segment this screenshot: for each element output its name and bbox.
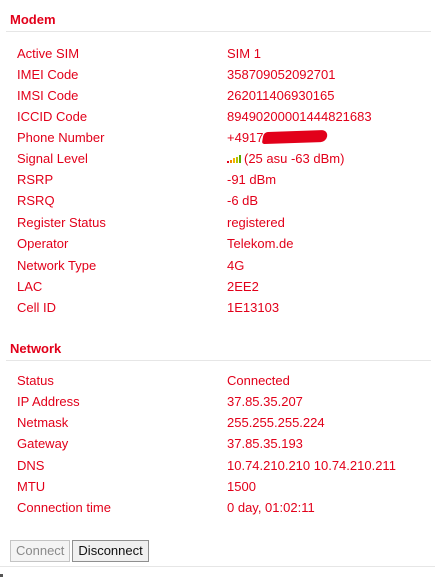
dns-label: DNS <box>17 458 45 473</box>
operator-label: Operator <box>17 236 69 251</box>
signal-bar <box>233 158 235 163</box>
ip-address-value: 37.85.35.207 <box>227 394 303 409</box>
modem-row-rsrq: RSRQ -6 dB <box>0 190 435 211</box>
modem-section-title: Modem <box>10 12 56 27</box>
rsrp-label: RSRP <box>17 172 54 187</box>
signal-level-text: (25 asu -63 dBm) <box>244 151 345 166</box>
network-row-netmask: Netmask 255.255.255.224 <box>0 412 435 433</box>
connect-button[interactable]: Connect <box>10 540 71 562</box>
network-type-value: 4G <box>227 258 245 273</box>
active-sim-label: Active SIM <box>17 46 80 61</box>
cell-id-value: 1E13103 <box>227 300 280 315</box>
imsi-value: 262011406930165 <box>227 88 335 103</box>
lac-label: LAC <box>17 279 43 294</box>
netmask-label: Netmask <box>17 415 69 430</box>
rsrq-label: RSRQ <box>17 193 55 208</box>
modem-row-register-status: Register Status registered <box>0 212 435 233</box>
iccid-value: 89490200001444821683 <box>227 109 372 124</box>
dns-value: 10.74.210.210 10.74.210.211 <box>227 458 396 473</box>
signal-bar <box>236 156 238 163</box>
mtu-value: 1500 <box>227 479 256 494</box>
phone-number-label: Phone Number <box>17 130 105 145</box>
ip-address-label: IP Address <box>17 394 80 409</box>
modem-row-active-sim: Active SIM SIM 1 <box>0 43 435 64</box>
network-row-gateway: Gateway 37.85.35.193 <box>0 433 435 454</box>
connection-time-value: 0 day, 01:02:11 <box>227 500 315 515</box>
signal-level-value: (25 asu -63 dBm) <box>227 148 344 169</box>
active-sim-value: SIM 1 <box>227 46 261 61</box>
imsi-label: IMSI Code <box>17 88 79 103</box>
register-status-value: registered <box>227 215 285 230</box>
imei-label: IMEI Code <box>17 67 79 82</box>
modem-row-phone-number: Phone Number +4917 <box>0 127 435 148</box>
modem-row-cell-id: Cell ID 1E13103 <box>0 297 435 318</box>
network-row-mtu: MTU 1500 <box>0 476 435 497</box>
rsrq-value: -6 dB <box>227 193 259 208</box>
connection-actions: Connect Disconnect <box>10 540 151 562</box>
phone-number-prefix: +4917 <box>227 130 264 145</box>
modem-row-network-type: Network Type 4G <box>0 255 435 276</box>
modem-row-lac: LAC 2EE2 <box>0 276 435 297</box>
network-row-dns: DNS 10.74.210.210 10.74.210.211 <box>0 455 435 476</box>
modem-row-rsrp: RSRP -91 dBm <box>0 169 435 190</box>
gateway-label: Gateway <box>17 436 69 451</box>
modem-row-imsi: IMSI Code 262011406930165 <box>0 85 435 106</box>
modem-section-divider <box>6 31 431 32</box>
imei-value: 358709052092701 <box>227 67 336 82</box>
modem-row-imei: IMEI Code 358709052092701 <box>0 64 435 85</box>
cell-id-label: Cell ID <box>17 300 57 315</box>
signal-bar <box>239 155 241 163</box>
modem-row-iccid: ICCID Code 89490200001444821683 <box>0 106 435 127</box>
register-status-label: Register Status <box>17 215 106 230</box>
disconnect-button[interactable]: Disconnect <box>72 540 149 562</box>
footer-divider <box>0 566 435 567</box>
phone-number-value: +4917 <box>227 127 328 148</box>
network-row-connection-time: Connection time 0 day, 01:02:11 <box>0 497 435 518</box>
signal-bar <box>227 161 229 163</box>
network-section-title: Network <box>10 341 62 356</box>
network-type-label: Network Type <box>17 258 97 273</box>
mtu-label: MTU <box>17 479 46 494</box>
netmask-value: 255.255.255.224 <box>227 415 325 430</box>
lac-value: 2EE2 <box>227 279 259 294</box>
network-section-divider <box>6 360 431 361</box>
rsrp-value: -91 dBm <box>227 172 277 187</box>
signal-strength-icon <box>227 155 241 163</box>
modem-row-signal-level: Signal Level (25 asu -63 dBm) <box>0 148 435 169</box>
modem-row-operator: Operator Telekom.de <box>0 233 435 254</box>
iccid-label: ICCID Code <box>17 109 88 124</box>
network-row-ip-address: IP Address 37.85.35.207 <box>0 391 435 412</box>
network-row-status: Status Connected <box>0 370 435 391</box>
gateway-value: 37.85.35.193 <box>227 436 303 451</box>
status-label: Status <box>17 373 54 388</box>
connection-time-label: Connection time <box>17 500 111 515</box>
operator-value: Telekom.de <box>227 236 294 251</box>
phone-number-redaction <box>261 129 328 145</box>
status-value: Connected <box>227 373 290 388</box>
signal-level-label: Signal Level <box>17 151 88 166</box>
signal-bar <box>230 159 232 163</box>
